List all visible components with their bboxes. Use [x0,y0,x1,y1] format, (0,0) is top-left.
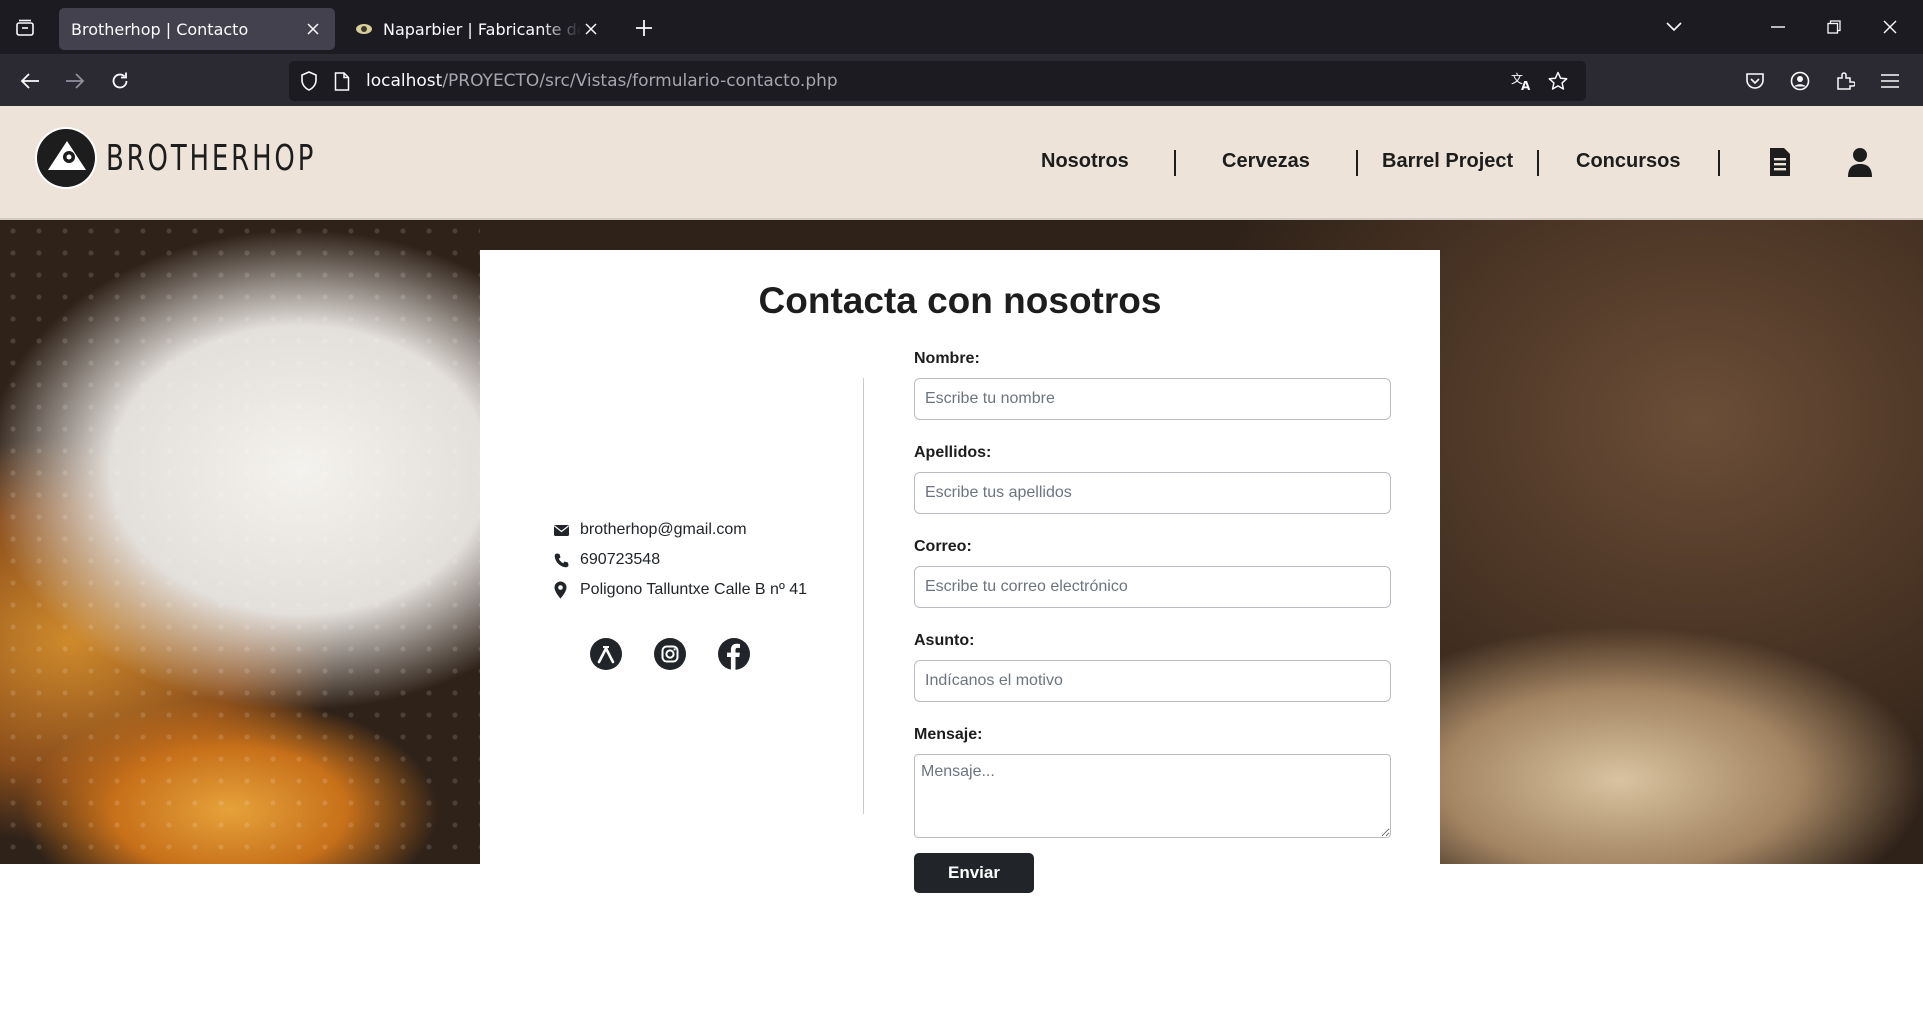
nav-separator [1537,150,1539,176]
back-arrow-icon[interactable] [13,64,47,98]
browser-navigation-bar: localhost/PROYECTO/src/Vistas/formulario… [0,54,1923,106]
apellidos-label: Apellidos: [914,444,992,461]
contact-address: Poligono Talluntxe Calle B nº 41 [580,581,808,598]
browser-tab-bar: Brotherhop | Contacto Naparbier | Fabric… [0,0,1923,54]
new-tab-plus-icon[interactable] [628,12,660,44]
minimize-icon[interactable] [1760,10,1796,44]
url-host: localhost [366,71,443,91]
pocket-icon[interactable] [1738,64,1772,98]
correo-label: Correo: [914,538,972,555]
nav-separator [1356,150,1358,176]
shield-icon[interactable] [296,68,322,94]
contact-email[interactable]: brotherhop@gmail.com [580,521,747,539]
contact-phone[interactable]: 690723548 [580,551,660,569]
restore-window-icon[interactable] [1816,10,1852,44]
facebook-icon[interactable] [718,638,750,670]
mensaje-label: Mensaje: [914,726,983,743]
foam-texture [0,220,480,864]
asunto-label: Asunto: [914,632,975,649]
brotherhop-logo-mark-icon [35,127,97,189]
page-info-icon[interactable] [329,68,355,94]
tab-naparbier[interactable]: Naparbier | Fabricante de cerveza [343,8,613,50]
site-header: BROTHERHOP Nosotros Cervezas Barrel Proj… [0,106,1923,220]
url-text[interactable]: localhost/PROYECTO/src/Vistas/formulario… [366,71,838,91]
menu-hamburger-icon[interactable] [1873,64,1907,98]
logo-text: BROTHERHOP [106,137,317,179]
bookmark-star-icon[interactable] [1545,68,1571,94]
url-bar[interactable]: localhost/PROYECTO/src/Vistas/formulario… [289,61,1586,101]
tab-list-icon[interactable] [8,12,42,44]
nav-separator [1174,150,1176,176]
untappd-icon[interactable] [590,638,622,670]
contact-form: Nombre: Apellidos: Correo: Asunto: Mensa… [914,350,1391,893]
close-tab-icon[interactable] [303,19,323,39]
user-icon[interactable] [1840,142,1880,182]
close-window-icon[interactable] [1872,10,1908,44]
page-title: Contacta con nosotros [758,280,1162,321]
contact-email-row: brotherhop@gmail.com [554,515,807,545]
nav-nosotros[interactable]: Nosotros [1041,150,1129,173]
account-icon[interactable] [1783,64,1817,98]
tab-title: Naparbier | Fabricante de cerveza [383,19,581,39]
apellidos-input[interactable] [914,472,1391,514]
contact-info: brotherhop@gmail.com 690723548 Poligono … [554,515,807,605]
asunto-input[interactable] [914,660,1391,702]
nav-barrel-project[interactable]: Barrel Project [1382,150,1513,173]
enviar-button[interactable]: Enviar [914,853,1034,893]
nombre-input[interactable] [914,378,1391,420]
url-path: /PROYECTO/src/Vistas/formulario-contacto… [442,71,838,91]
instagram-icon[interactable] [654,638,686,670]
forward-arrow-icon[interactable] [58,64,92,98]
document-icon[interactable] [1760,142,1800,182]
map-pin-icon [554,580,580,600]
contact-card: Contacta con nosotros brotherhop@gmail.c… [480,250,1440,893]
social-links [590,638,750,670]
contact-phone-row: 690723548 [554,545,807,575]
tab-overflow-chevron-down-icon[interactable] [1656,10,1692,44]
svg-text:A: A [1521,79,1531,91]
tab-title: Brotherhop | Contacto [71,19,249,39]
phone-icon [554,550,580,570]
translate-icon[interactable]: 文A [1509,68,1535,94]
nav-separator [1718,150,1720,176]
correo-input[interactable] [914,566,1391,608]
naparbier-favicon-icon [355,20,373,38]
nombre-label: Nombre: [914,350,980,367]
brotherhop-logo[interactable]: BROTHERHOP [34,126,398,190]
reload-icon[interactable] [103,64,137,98]
vertical-divider [863,378,864,814]
envelope-icon [554,520,580,540]
extensions-icon[interactable] [1828,64,1862,98]
nav-cervezas[interactable]: Cervezas [1222,150,1310,173]
nav-concursos[interactable]: Concursos [1576,150,1680,173]
tab-brotherhop-contacto[interactable]: Brotherhop | Contacto [59,8,335,50]
close-tab-icon[interactable] [581,19,601,39]
mensaje-textarea[interactable] [914,754,1391,838]
contact-address-row: Poligono Talluntxe Calle B nº 41 [554,575,807,605]
